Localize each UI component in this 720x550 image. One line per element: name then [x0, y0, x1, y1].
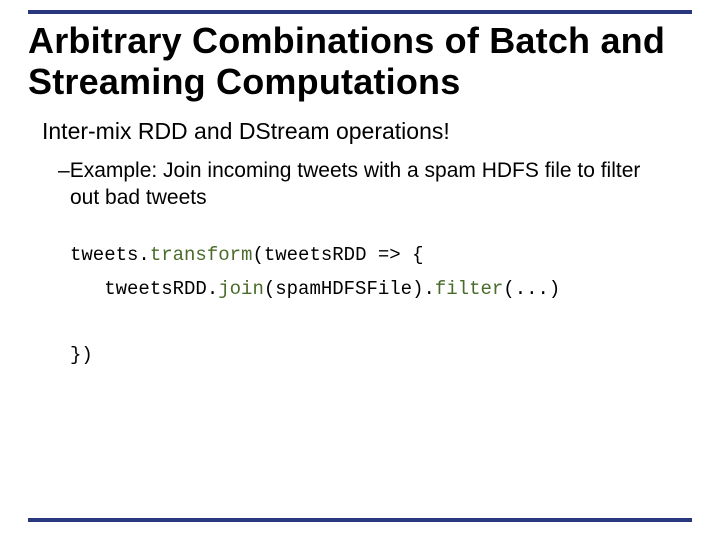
lead-text: Inter-mix RDD and DStream operations! — [42, 117, 692, 147]
slide-title: Arbitrary Combinations of Batch and Stre… — [28, 20, 692, 103]
code-kw-transform: transform — [150, 244, 253, 266]
code-l2e: (...) — [503, 278, 560, 300]
code-block: tweets.transform(tweetsRDD => { tweetsRD… — [42, 239, 692, 372]
example-text: –Example: Join incoming tweets with a sp… — [42, 157, 662, 212]
code-l2c: (spamHDFSFile). — [264, 278, 435, 300]
bottom-rule — [28, 518, 692, 522]
code-l3: }) — [70, 344, 93, 366]
code-kw-filter: filter — [435, 278, 503, 300]
top-rule — [28, 10, 692, 14]
dash: – — [58, 159, 70, 182]
code-l2a: tweetsRDD. — [70, 278, 218, 300]
code-l1c: (tweetsRDD => { — [252, 244, 423, 266]
example-body: Example: Join incoming tweets with a spa… — [70, 159, 641, 209]
code-l1a: tweets. — [70, 244, 150, 266]
code-kw-join: join — [218, 278, 264, 300]
slide-body: Inter-mix RDD and DStream operations! –E… — [28, 117, 692, 372]
slide: Arbitrary Combinations of Batch and Stre… — [0, 10, 720, 550]
